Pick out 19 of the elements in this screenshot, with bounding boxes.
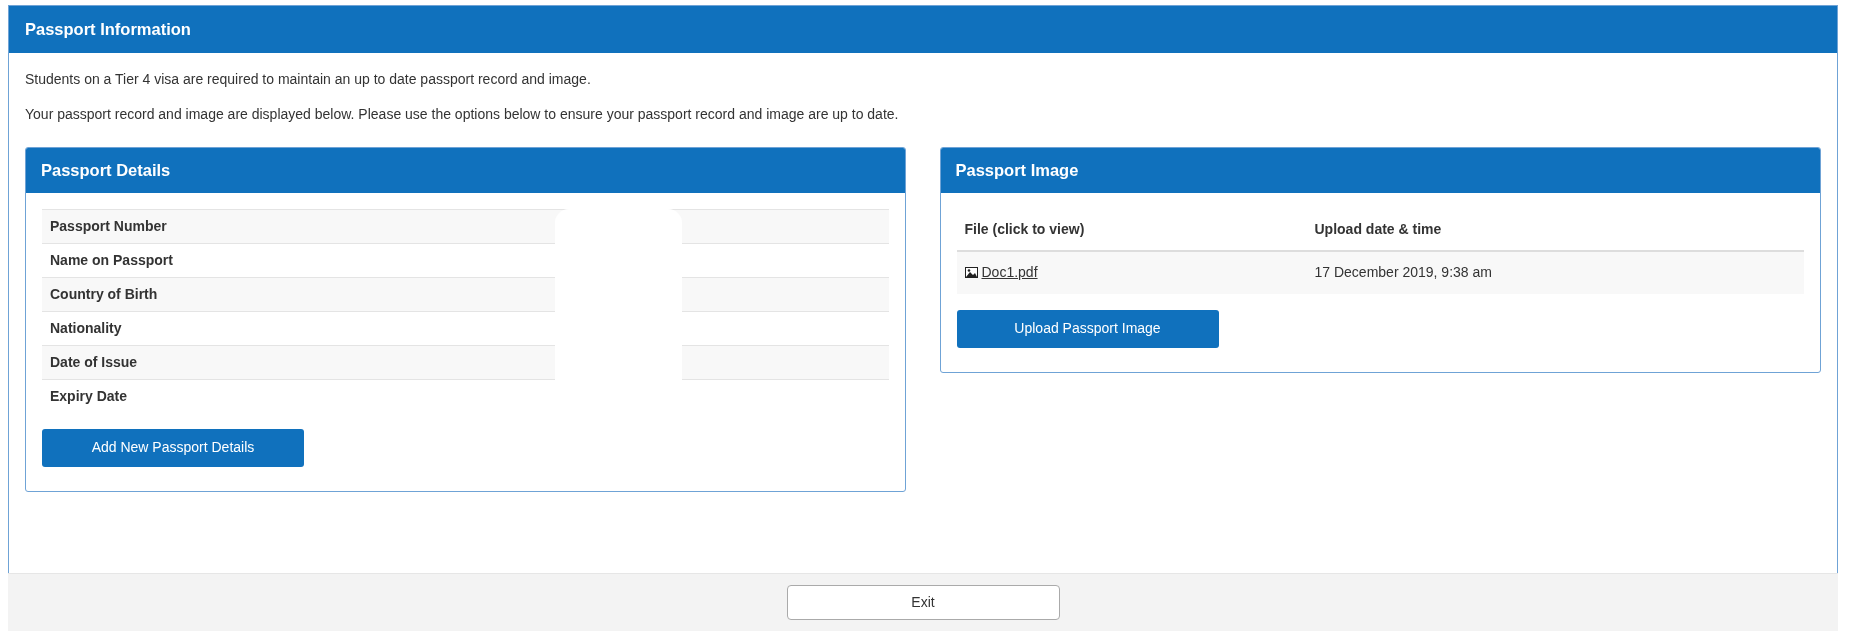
add-passport-details-button[interactable]: Add New Passport Details (42, 428, 304, 467)
field-label: Date of Issue (50, 352, 138, 372)
file-link[interactable]: Doc1.pdf (981, 261, 1038, 283)
intro-text: Students on a Tier 4 visa are required to maintain an up to date passport record and image. (25, 69, 592, 89)
exit-button[interactable]: Exit (786, 585, 1060, 620)
image-icon (964, 266, 978, 278)
upload-passport-image-button[interactable]: Upload Passport Image (956, 309, 1219, 348)
field-label: Expiry Date (50, 386, 128, 406)
field-label: Passport Number (50, 216, 167, 236)
intro-text: Your passport record and image are displayed below. Please use the options below to ensure your passport record and image are up to date. (25, 104, 900, 124)
panel-title: Passport Information (9, 6, 1837, 53)
column-header: File (click to view) (956, 208, 1307, 251)
column-header: Upload date & time (1306, 208, 1804, 251)
upload-date: 17 December 2019, 9:38 am (1314, 264, 1492, 280)
card-title: Passport Image (940, 147, 1820, 193)
field-label: Name on Passport (50, 250, 173, 270)
field-label: Nationality (50, 318, 122, 338)
field-label: Country of Birth (50, 284, 158, 304)
card-title: Passport Details (26, 147, 905, 193)
